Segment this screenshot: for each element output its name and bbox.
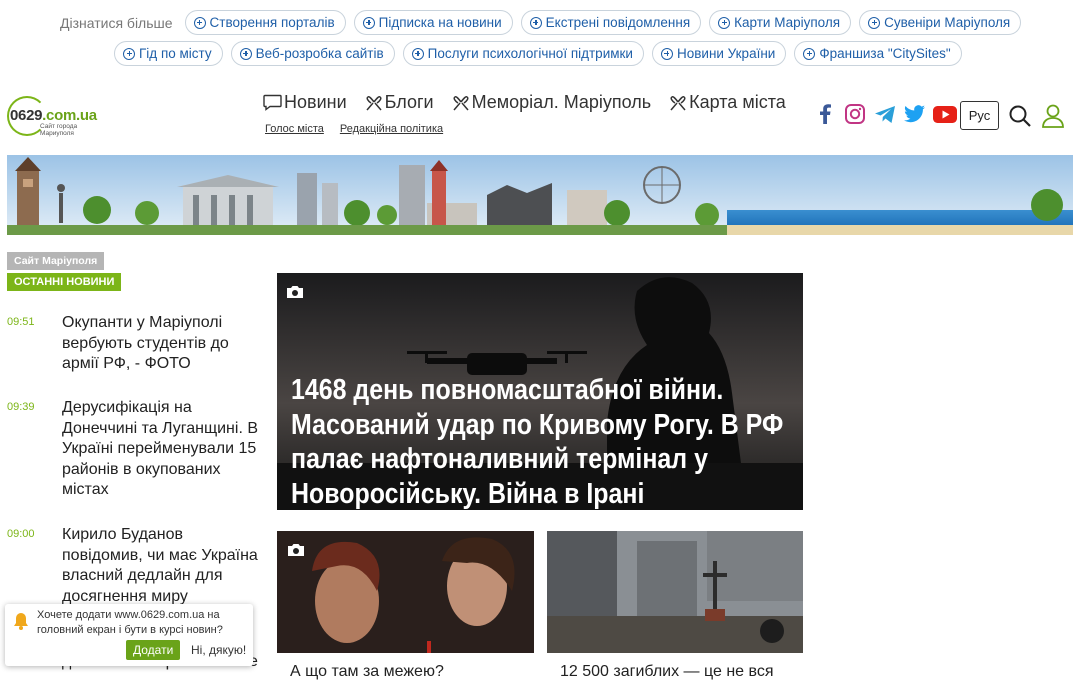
- sub-nav: Голос міста Редакційна політика: [265, 123, 443, 135]
- chat-icon: [263, 94, 282, 111]
- plus-circle-icon: [868, 16, 881, 29]
- story-card-title[interactable]: А що там за межею?: [290, 663, 444, 681]
- plus-circle-icon: [362, 16, 375, 29]
- top-links-row: Дізнатися більше Створення порталів Підп…: [60, 10, 1022, 35]
- top-link[interactable]: Карти Маріуполя: [709, 10, 852, 35]
- top-link[interactable]: Веб-розробка сайтів: [230, 41, 395, 66]
- plus-circle-icon: [803, 47, 816, 60]
- story-card-title[interactable]: 12 500 загиблих — це не вся: [560, 663, 774, 681]
- top-links-label: Дізнатися більше: [60, 14, 173, 31]
- plus-circle-icon: [123, 47, 135, 60]
- featured-story[interactable]: 1468 день повномасштабної війни. Масован…: [277, 273, 803, 510]
- latest-news-tag: ОСТАННІ НОВИНИ: [7, 273, 122, 291]
- news-time: 09:00: [7, 528, 35, 540]
- story-card-image[interactable]: [277, 531, 534, 653]
- subnav-city-voice[interactable]: Голос міста: [265, 123, 324, 135]
- top-link[interactable]: Екстрені повідомлення: [520, 10, 702, 35]
- portrait-painting: [277, 531, 534, 653]
- ruins-photo: [547, 531, 803, 653]
- facebook-icon[interactable]: [812, 101, 838, 127]
- add-button[interactable]: Додати: [126, 640, 181, 660]
- top-link[interactable]: Послуги психологічної підтримки: [402, 41, 644, 66]
- top-link[interactable]: Підписка на новини: [353, 10, 513, 35]
- search-icon[interactable]: [1008, 104, 1032, 128]
- ribbon-icon: [366, 95, 382, 110]
- top-link[interactable]: Новини України: [651, 41, 787, 66]
- ribbon-icon: [670, 95, 686, 110]
- top-link[interactable]: Франшиза "CitySites": [794, 41, 962, 66]
- dismiss-button[interactable]: Ні, дякую!: [191, 643, 246, 657]
- site-logo[interactable]: 0629.com.ua Сайт города Мариуполя: [7, 96, 99, 138]
- main-nav: Новини Блоги Меморіал. Маріуполь Карта м…: [263, 92, 786, 113]
- logo-subtitle: Сайт города Мариуполя: [40, 123, 78, 137]
- top-link[interactable]: Створення порталів: [184, 10, 346, 35]
- plus-circle-icon: [239, 47, 252, 60]
- panorama-illustration: [7, 155, 1073, 235]
- site-tag[interactable]: Сайт Маріуполя: [7, 252, 105, 270]
- plus-circle-icon: [411, 47, 424, 60]
- news-time: 09:51: [7, 316, 35, 328]
- news-title[interactable]: Кирило Буданов повідомив, чи має Україна…: [62, 525, 262, 607]
- news-title[interactable]: Дерусифікація на Донеччині та Луганщині.…: [62, 398, 262, 501]
- nav-city-map[interactable]: Карта міста: [669, 92, 786, 113]
- nav-news[interactable]: Новини: [263, 92, 347, 113]
- news-time: 09:39: [7, 401, 35, 413]
- featured-title[interactable]: 1468 день повномасштабної війни. Масован…: [291, 373, 790, 510]
- bell-icon: [14, 613, 28, 630]
- plus-circle-icon: [529, 16, 542, 29]
- youtube-icon[interactable]: [932, 101, 958, 127]
- top-link[interactable]: Гід по місту: [114, 41, 223, 66]
- language-button[interactable]: Рус: [960, 101, 999, 130]
- telegram-icon[interactable]: [872, 101, 898, 127]
- nav-memorial[interactable]: Меморіал. Маріуполь: [452, 92, 651, 113]
- user-icon[interactable]: [1041, 103, 1065, 129]
- ribbon-icon: [453, 95, 469, 110]
- camera-icon: [287, 286, 303, 298]
- nav-blogs[interactable]: Блоги: [365, 92, 434, 113]
- top-links-row: Гід по місту Веб-розробка сайтів Послуги…: [114, 41, 962, 66]
- plus-circle-icon: [660, 47, 673, 60]
- logo-text: 0629.com.ua: [10, 107, 97, 124]
- instagram-icon[interactable]: [842, 101, 868, 127]
- social-links: [812, 101, 958, 127]
- popup-message: Хочете додати www.0629.com.ua на головни…: [37, 609, 223, 636]
- news-title[interactable]: Окупанти у Маріуполі вербують студентів …: [62, 313, 262, 375]
- add-to-homescreen-popup: Хочете додати www.0629.com.ua на головни…: [5, 604, 253, 666]
- twitter-icon[interactable]: [902, 101, 928, 127]
- subnav-editorial-policy[interactable]: Редакційна політика: [340, 123, 443, 135]
- story-card-image[interactable]: [547, 531, 803, 653]
- city-panorama-banner: [7, 155, 1073, 235]
- plus-circle-icon: [193, 16, 206, 29]
- camera-icon: [288, 544, 304, 556]
- top-link[interactable]: Сувеніри Маріуполя: [859, 10, 1022, 35]
- plus-circle-icon: [718, 16, 731, 29]
